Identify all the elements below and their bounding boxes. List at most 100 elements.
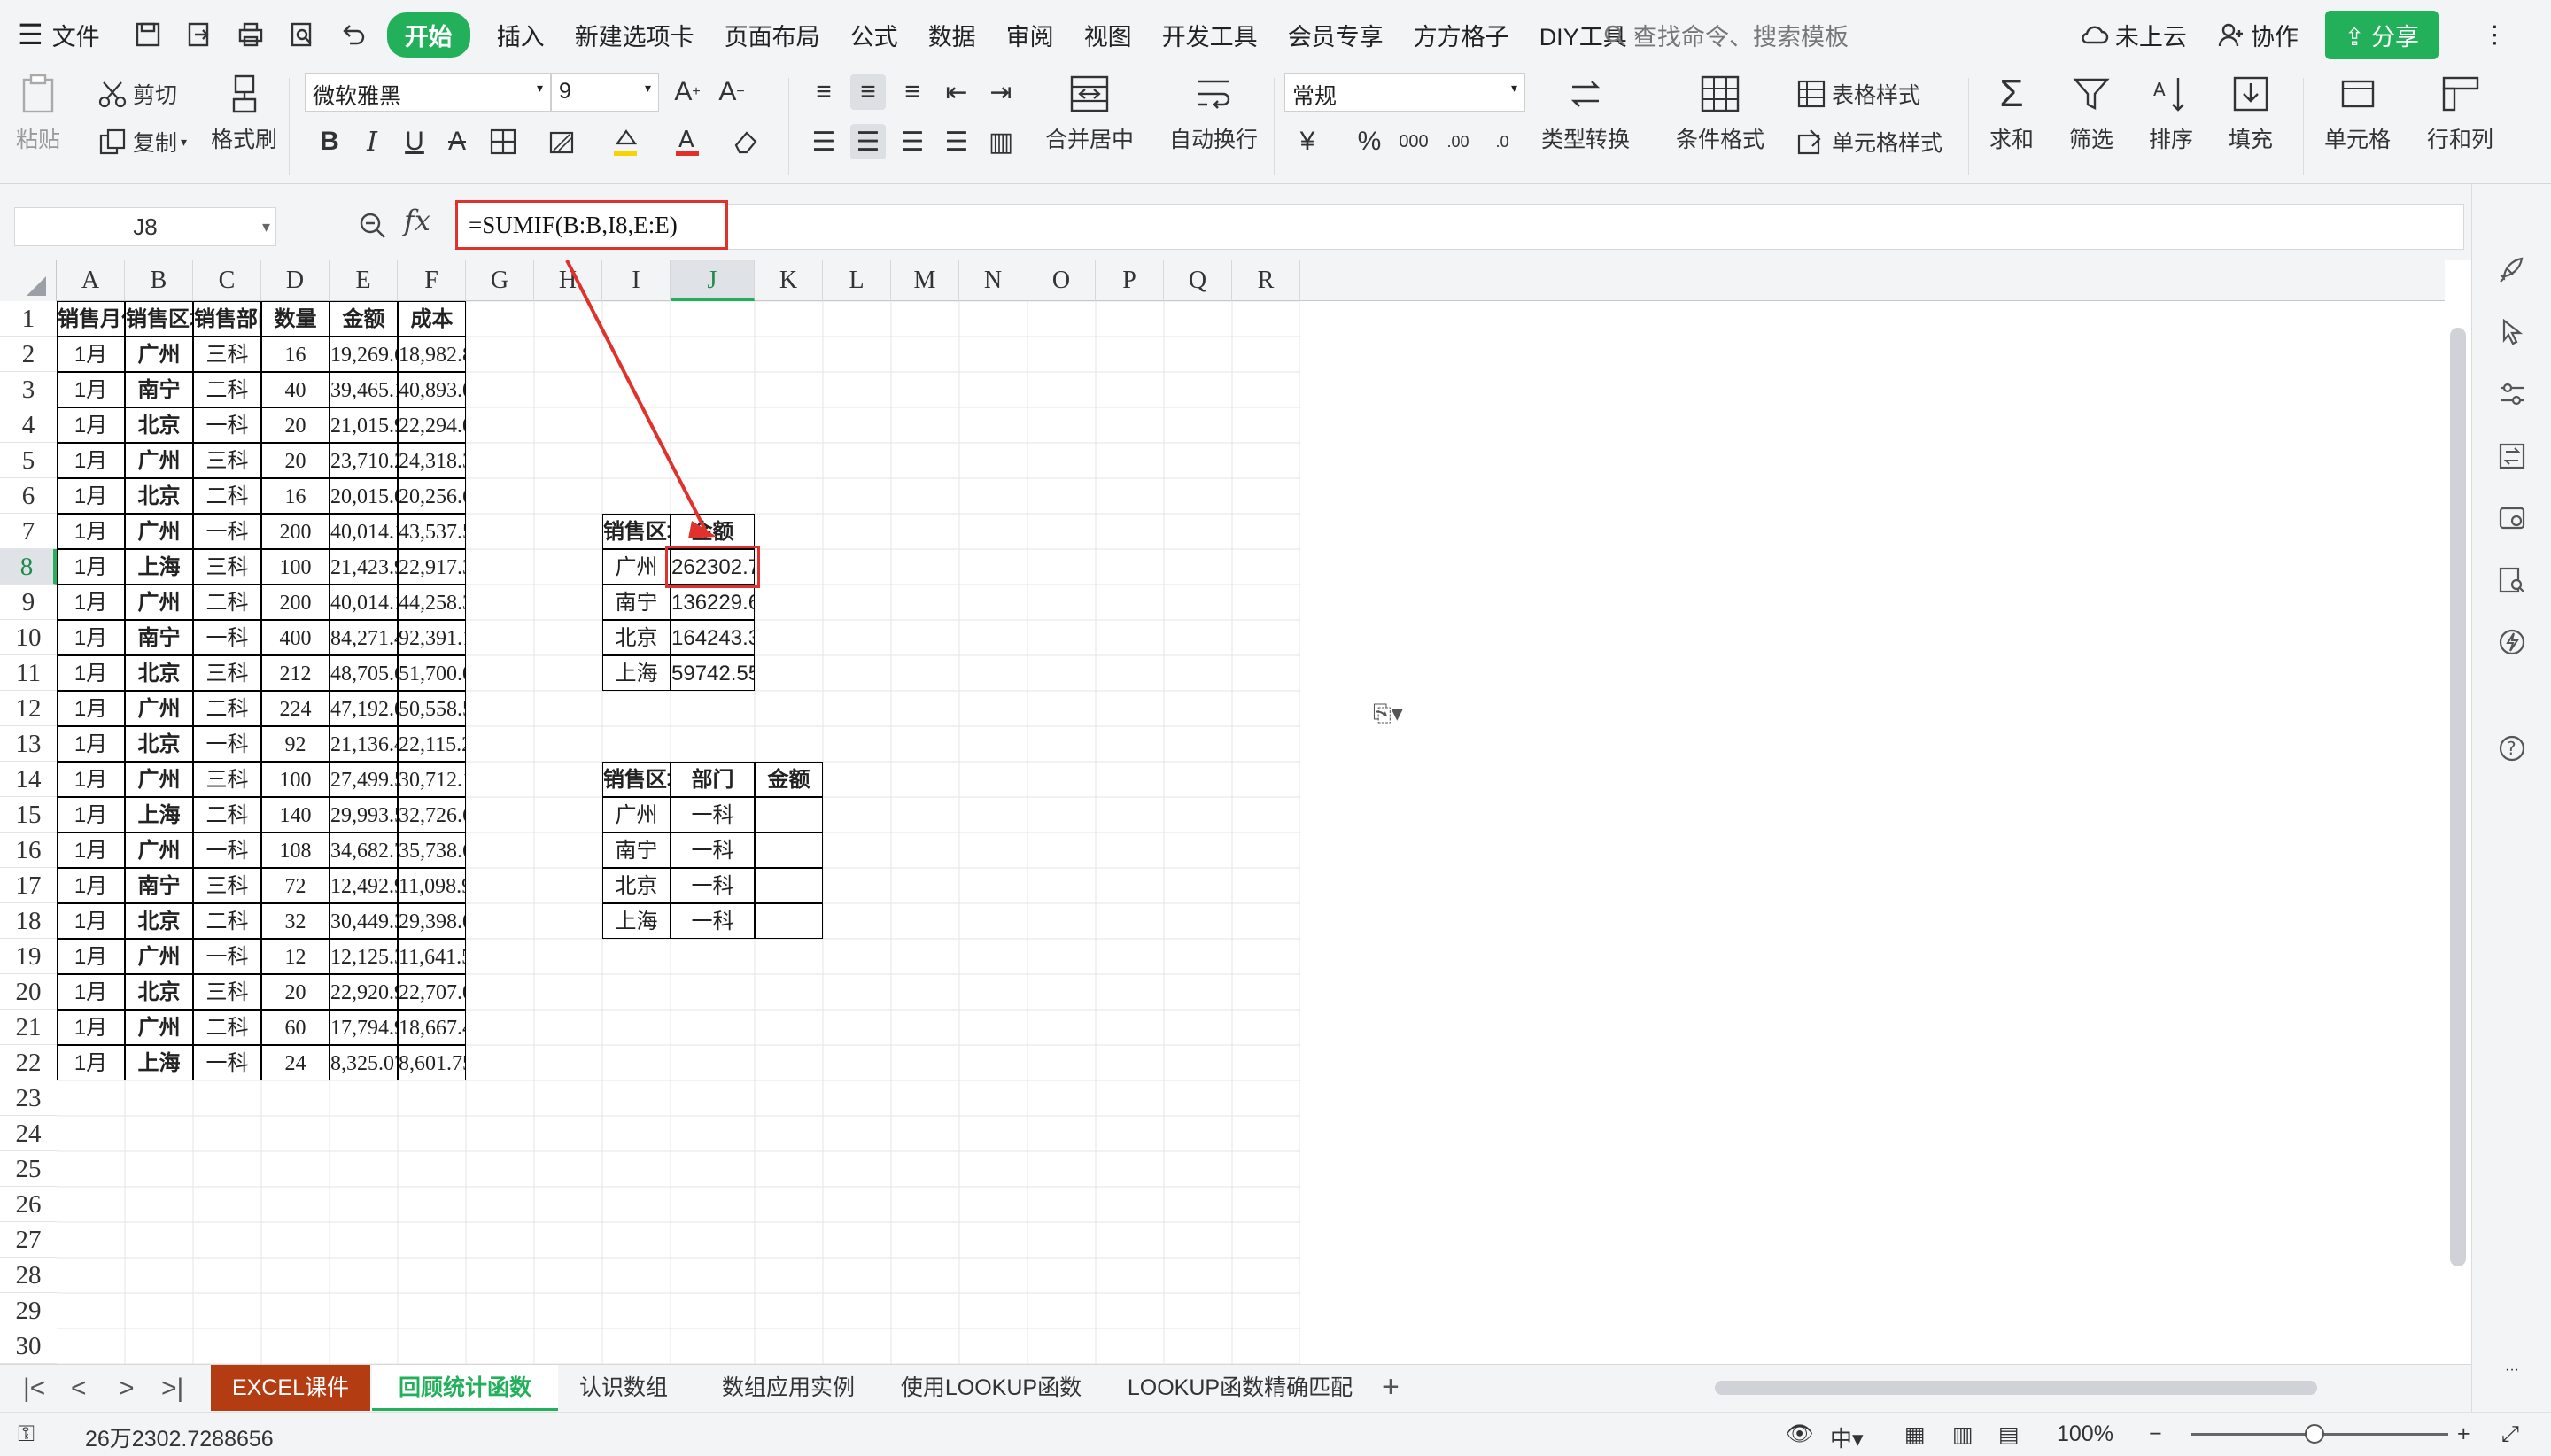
rows-cols-button[interactable]: 行和列 — [2427, 73, 2493, 154]
rocket-icon[interactable] — [2492, 250, 2532, 290]
sheet-tab-review-stats[interactable]: 回顾统计函数 — [372, 1365, 558, 1411]
cell-button[interactable]: 单元格 — [2324, 73, 2391, 154]
align-middle-icon[interactable]: ≡ — [850, 74, 886, 110]
formula-input[interactable] — [454, 204, 2464, 250]
menu-tab-page-layout[interactable]: 页面布局 — [725, 18, 820, 52]
align-top-icon[interactable]: ≡ — [806, 74, 841, 110]
settings-sliders-icon[interactable] — [2492, 374, 2532, 414]
print-icon[interactable] — [233, 17, 268, 52]
decimal-decrease-icon[interactable]: .0 — [1485, 124, 1520, 159]
font-increase-icon[interactable]: A + — [670, 74, 705, 110]
name-box[interactable]: J8 ▾ — [14, 207, 276, 246]
share-button[interactable]: ⇪ 分享 — [2324, 10, 2439, 59]
wrap-text-button[interactable]: 自动换行 — [1169, 73, 1258, 154]
distribute-icon[interactable]: ▥ — [983, 124, 1019, 159]
more-menu-icon[interactable]: ⋮ — [2483, 21, 2507, 49]
zoom-search-icon[interactable] — [358, 211, 388, 245]
save-icon[interactable] — [130, 17, 166, 52]
currency-icon[interactable]: ¥ — [1290, 124, 1325, 159]
add-sheet-icon[interactable]: + — [1382, 1370, 1400, 1405]
menu-file[interactable]: 文件 — [52, 18, 100, 52]
hamburger-icon[interactable]: ☰ — [18, 18, 43, 51]
spreadsheet-grid[interactable]: ABCDEFGHIJKLMNOPQR 1 2 3 4 5 6 7 8 9 10 11 12 13 14 15… — [0, 260, 2445, 1364]
insert-function-icon[interactable]: fx — [404, 204, 430, 237]
align-right-icon[interactable]: ☰ — [895, 124, 930, 159]
align-center-icon[interactable]: ☰ — [850, 124, 886, 159]
menu-tab-fangfang[interactable]: 方方格子 — [1414, 18, 1509, 52]
font-size-select[interactable]: 9 ▾ — [551, 73, 659, 112]
print-preview-icon[interactable] — [284, 17, 320, 52]
fullscreen-icon[interactable]: ⤢ — [2501, 1421, 2519, 1447]
export-icon[interactable] — [182, 17, 217, 52]
align-left-icon[interactable]: ☰ — [806, 124, 841, 159]
conditional-format-button[interactable]: 条件格式 — [1676, 73, 1764, 154]
zoom-slider[interactable] — [2191, 1424, 2448, 1444]
sum-button[interactable]: Σ 求和 — [1989, 72, 2034, 154]
horizontal-scrollbar[interactable] — [1683, 1377, 2409, 1398]
vertical-scrollbar[interactable] — [2445, 301, 2471, 1364]
type-convert-button[interactable]: 类型转换 — [1541, 73, 1630, 154]
next-sheet-icon[interactable]: > — [119, 1374, 135, 1404]
cursor-icon[interactable] — [2492, 312, 2532, 352]
zoom-slider-handle[interactable] — [2305, 1424, 2324, 1444]
menu-tab-insert[interactable]: 插入 — [497, 18, 545, 52]
page-break-view-icon[interactable]: ▤ — [1998, 1421, 2020, 1448]
menu-tab-formulas[interactable]: 公式 — [850, 18, 898, 52]
zoom-in-icon[interactable]: + — [2457, 1421, 2470, 1447]
thousands-icon[interactable]: 000 — [1396, 124, 1431, 159]
font-name-select[interactable]: 微软雅黑 ▾ — [305, 73, 551, 112]
cut-button[interactable]: 剪切 — [97, 78, 177, 110]
lightning-icon[interactable] — [2492, 622, 2532, 662]
bold-icon[interactable]: B — [312, 124, 347, 159]
sort-button[interactable]: A 排序 — [2149, 73, 2193, 154]
sheet-tab-array-examples[interactable]: 数组应用实例 — [700, 1365, 877, 1411]
help-icon[interactable]: ? — [2492, 728, 2532, 769]
paste-button[interactable]: 粘贴 — [16, 73, 60, 154]
prev-sheet-icon[interactable]: < — [71, 1374, 87, 1404]
collab-button[interactable]: 协作 — [2217, 18, 2299, 52]
zoom-level[interactable]: 100% — [2057, 1421, 2113, 1447]
normal-view-icon[interactable]: ▦ — [1904, 1421, 1926, 1448]
menu-tab-view[interactable]: 视图 — [1084, 18, 1132, 52]
eye-protect-icon[interactable]: 👁 — [1786, 1421, 1814, 1447]
input-method-icon[interactable]: 中▾ — [1830, 1421, 1864, 1453]
sheet-tab-arrays[interactable]: 认识数组 — [562, 1365, 686, 1411]
macro-icon[interactable]: ⚿ — [18, 1421, 35, 1447]
format-painter-button[interactable]: 格式刷 — [211, 73, 277, 154]
copy-button[interactable]: 复制 ▾ — [97, 126, 187, 158]
fill-pattern-icon[interactable] — [546, 124, 581, 159]
sheet-tab-lookup[interactable]: 使用LOOKUP函数 — [889, 1365, 1093, 1411]
table-style-button[interactable]: 表格样式 — [1796, 78, 1920, 110]
book-search-icon[interactable] — [2492, 560, 2532, 600]
indent-decrease-icon[interactable]: ⇤ — [939, 74, 974, 110]
cell-style-button[interactable]: 单元格样式 — [1796, 126, 1942, 158]
fill-color-icon[interactable] — [608, 124, 643, 159]
border-icon[interactable] — [485, 124, 521, 159]
justify-icon[interactable]: ☰ — [939, 124, 974, 159]
number-format-select[interactable]: 常规 ▾ — [1284, 73, 1525, 112]
name-box-dropdown-icon[interactable]: ▾ — [262, 208, 270, 245]
image-tool-icon[interactable] — [2492, 498, 2532, 538]
fill-button[interactable]: 填充 — [2229, 73, 2273, 154]
filter-button[interactable]: 筛选 — [2069, 73, 2113, 154]
horizontal-scrollbar-thumb[interactable] — [1715, 1381, 2317, 1395]
indent-increase-icon[interactable]: ⇥ — [983, 74, 1019, 110]
undo-icon[interactable] — [336, 17, 371, 52]
font-color-icon[interactable]: A — [670, 124, 705, 159]
copy-dropdown-icon[interactable]: ▾ — [181, 135, 187, 150]
menu-tab-member[interactable]: 会员专享 — [1288, 18, 1384, 52]
page-layout-view-icon[interactable]: ▥ — [1952, 1421, 1973, 1448]
menu-tab-data[interactable]: 数据 — [928, 18, 976, 52]
clear-format-icon[interactable] — [728, 124, 764, 159]
sheet-tab-excel-course[interactable]: EXCEL课件 — [211, 1365, 370, 1411]
merge-center-button[interactable]: 合并居中 — [1045, 73, 1134, 154]
formula-text-highlight[interactable]: =SUMIF(B:B,I8,E:E) — [455, 200, 728, 250]
italic-icon[interactable]: I — [354, 124, 390, 159]
percent-icon[interactable]: % — [1352, 124, 1387, 159]
last-sheet-icon[interactable]: >| — [161, 1374, 183, 1404]
menu-tab-developer[interactable]: 开发工具 — [1162, 18, 1258, 52]
font-decrease-icon[interactable]: A − — [714, 74, 749, 110]
command-search[interactable]: 查找命令、搜索模板 — [1601, 18, 1849, 52]
sheet-tab-lookup-exact[interactable]: LOOKUP函数精确匹配 — [1107, 1365, 1373, 1411]
first-sheet-icon[interactable]: |< — [23, 1374, 45, 1404]
